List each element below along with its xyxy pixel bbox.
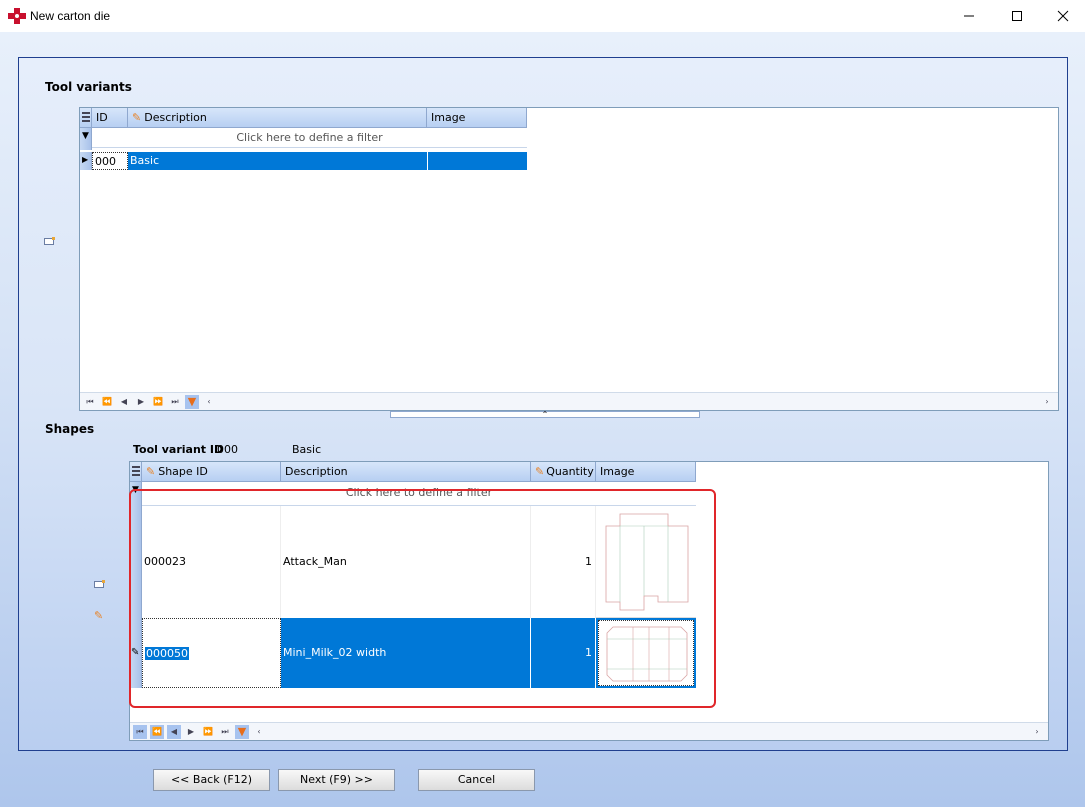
next-page-icon[interactable]: ⏩	[151, 395, 165, 409]
title-bar: New carton die	[0, 0, 1085, 32]
filter-row[interactable]: Click here to define a filter	[92, 128, 527, 148]
column-header-shape-id-label: Shape ID	[158, 465, 208, 478]
close-button[interactable]	[1040, 0, 1085, 32]
add-shape-icon[interactable]	[94, 579, 106, 592]
cancel-button[interactable]: Cancel	[418, 769, 535, 791]
maximize-button[interactable]	[994, 0, 1040, 32]
scroll-right-icon[interactable]: ›	[1030, 725, 1044, 739]
table-row-cell-id[interactable]: 000	[92, 152, 128, 170]
column-header-description[interactable]: ✎ Description	[128, 108, 427, 128]
filter-icon[interactable]: ▼	[185, 394, 199, 409]
next-button[interactable]: Next (F9) >>	[278, 769, 395, 791]
close-icon	[1057, 10, 1069, 22]
column-header-id[interactable]: ID	[92, 108, 128, 128]
last-record-icon[interactable]: ⏭	[168, 395, 182, 409]
next-record-icon[interactable]: ▶	[184, 725, 198, 739]
table-row-cell-image[interactable]	[427, 152, 527, 170]
filter-funnel-icon: ▼	[82, 131, 89, 141]
chevron-up-icon: ⌃	[541, 410, 549, 419]
shapes-title: Shapes	[45, 422, 95, 436]
previous-record-icon[interactable]: ◀	[117, 395, 131, 409]
tool-variants-grid: ID ✎ Description Image ▼ Click here to de…	[79, 107, 1059, 411]
column-chooser-icon[interactable]	[130, 462, 142, 482]
column-header-quantity[interactable]: ✎ Quantity	[531, 462, 596, 482]
tool-variant-description-value: Basic	[292, 443, 322, 456]
scroll-left-icon[interactable]: ‹	[202, 395, 216, 409]
column-chooser-icon[interactable]	[80, 108, 92, 128]
next-record-icon[interactable]: ▶	[134, 395, 148, 409]
edit-pencil-icon: ✎	[132, 111, 142, 124]
column-header-shape-id[interactable]: ✎ Shape ID	[142, 462, 281, 482]
maximize-icon	[1012, 11, 1022, 21]
first-record-icon[interactable]: ⏮	[83, 395, 97, 409]
previous-page-icon[interactable]: ⏪	[150, 724, 164, 739]
tool-variant-id-label: Tool variant ID	[133, 443, 224, 456]
column-header-description[interactable]: Description	[281, 462, 531, 482]
column-header-description-label: Description	[144, 111, 207, 124]
first-record-icon[interactable]: ⏮	[133, 724, 147, 739]
edit-shape-icon[interactable]: ✎	[94, 609, 103, 622]
table-row-cell-description[interactable]: Basic	[128, 152, 427, 170]
next-page-icon[interactable]: ⏩	[201, 725, 215, 739]
column-header-image[interactable]: Image	[427, 108, 527, 128]
previous-record-icon[interactable]: ◀	[167, 724, 181, 739]
tool-variants-title: Tool variants	[45, 80, 132, 94]
last-record-icon[interactable]: ⏭	[218, 725, 232, 739]
column-header-image[interactable]: Image	[596, 462, 696, 482]
highlight-box	[129, 489, 716, 708]
filter-row-indicator: ▼	[80, 128, 92, 150]
filter-icon[interactable]: ▼	[235, 724, 249, 739]
current-row-indicator: ▶	[80, 152, 92, 170]
edit-pencil-icon: ✎	[535, 465, 545, 478]
add-variant-icon[interactable]	[44, 236, 56, 249]
scroll-left-icon[interactable]: ‹	[252, 725, 266, 739]
tool-variants-navigator: ⏮ ⏪ ◀ ▶ ⏩ ⏭ ▼ ‹ ›	[80, 392, 1058, 410]
splitter-handle[interactable]: ⌃	[390, 410, 700, 419]
app-logo-icon	[8, 8, 26, 24]
column-header-quantity-label: Quantity	[546, 465, 594, 478]
minimize-button[interactable]	[946, 0, 992, 32]
window-title: New carton die	[30, 9, 111, 23]
tool-variant-id-value: 000	[217, 443, 238, 456]
previous-page-icon[interactable]: ⏪	[100, 395, 114, 409]
row-pointer-icon: ▶	[82, 155, 89, 164]
edit-pencil-icon: ✎	[146, 465, 156, 478]
scroll-right-icon[interactable]: ›	[1040, 395, 1054, 409]
minimize-icon	[964, 15, 974, 17]
shapes-navigator: ⏮ ⏪ ◀ ▶ ⏩ ⏭ ▼ ‹ ›	[130, 722, 1048, 740]
back-button[interactable]: << Back (F12)	[153, 769, 270, 791]
